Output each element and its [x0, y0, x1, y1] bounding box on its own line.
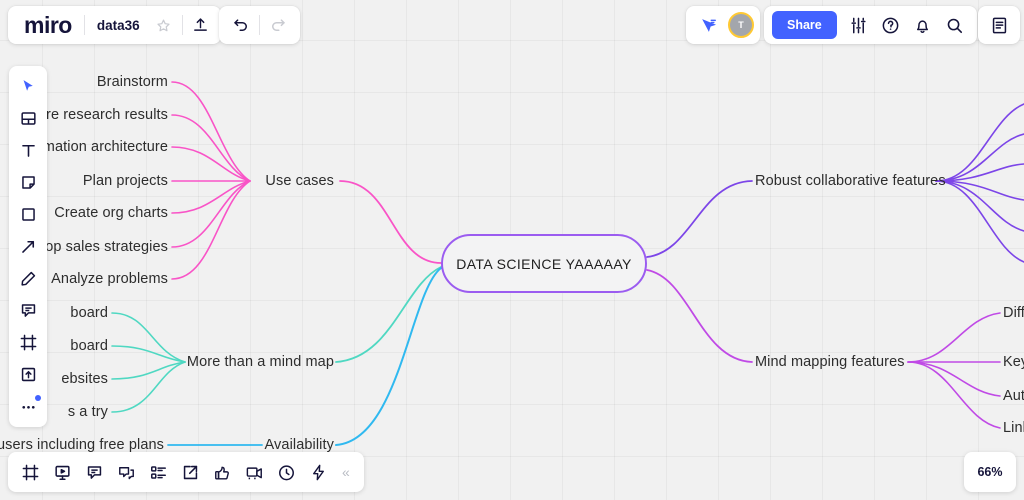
branch-label-robust-collaborative-features[interactable]: Robust collaborative features	[755, 174, 946, 189]
leaf-label[interactable]: Plan projects	[83, 174, 168, 189]
left-toolbar	[9, 66, 47, 427]
header-undo-group	[219, 6, 300, 44]
share-button[interactable]: Share	[772, 11, 837, 39]
notification-dot	[35, 395, 41, 401]
sticky-note-tool[interactable]	[12, 167, 44, 198]
star-icon[interactable]	[148, 9, 180, 41]
leaf-label[interactable]: Key	[1003, 355, 1024, 370]
leaf-label[interactable]: s a try	[68, 405, 108, 420]
shape-tool[interactable]	[12, 199, 44, 230]
upload-icon[interactable]	[185, 9, 217, 41]
divider	[259, 15, 260, 35]
divider	[83, 15, 85, 35]
central-node-label: DATA SCIENCE YAAAAAY	[456, 255, 632, 272]
comment-tool[interactable]	[12, 295, 44, 326]
leaf-label[interactable]: board	[70, 306, 108, 321]
more-tool[interactable]	[12, 391, 44, 422]
redo-icon[interactable]	[262, 9, 294, 41]
voting-button[interactable]	[206, 456, 238, 488]
help-circle-icon[interactable]	[875, 9, 907, 41]
actions-button[interactable]	[302, 456, 334, 488]
bell-icon[interactable]	[907, 9, 939, 41]
pen-tool[interactable]	[12, 263, 44, 294]
leaf-label[interactable]: elop sales strategies	[34, 240, 168, 255]
branch-label-more-than-a-mind-map[interactable]: More than a mind map	[187, 355, 334, 370]
leaf-label[interactable]: Diff	[1003, 306, 1024, 321]
board-name[interactable]: data36	[87, 18, 148, 33]
leaf-label[interactable]: board	[70, 339, 108, 354]
undo-icon[interactable]	[225, 9, 257, 41]
upload-tool[interactable]	[12, 359, 44, 390]
leaf-label[interactable]: l users including free plans	[0, 438, 164, 453]
search-icon[interactable]	[939, 9, 971, 41]
notes-panel-icon[interactable]	[983, 9, 1015, 41]
leaf-label[interactable]: Brainstorm	[97, 75, 168, 90]
header-presence-group: T	[686, 6, 760, 44]
avatar[interactable]: T	[728, 12, 754, 38]
collapse-toolbar-button[interactable]: «	[334, 464, 358, 480]
leaf-label[interactable]: ebsites	[61, 372, 108, 387]
bottom-toolbar: «	[8, 452, 364, 492]
cards-button[interactable]	[142, 456, 174, 488]
select-tool[interactable]	[12, 71, 44, 102]
templates-tool[interactable]	[12, 103, 44, 134]
chat-button[interactable]	[110, 456, 142, 488]
frames-button[interactable]	[14, 456, 46, 488]
leaf-label[interactable]: Analyze problems	[51, 272, 168, 287]
zoom-level-button[interactable]: 66%	[964, 452, 1016, 492]
divider	[181, 15, 183, 35]
leaf-label[interactable]: Aut	[1003, 389, 1024, 404]
video-chat-button[interactable]	[238, 456, 270, 488]
miro-logo[interactable]: miro	[12, 13, 82, 37]
central-node[interactable]: DATA SCIENCE YAAAAAY	[441, 234, 647, 293]
branch-label-availability[interactable]: Availability	[265, 438, 334, 453]
avatar-initial: T	[738, 20, 744, 30]
header-tools-group: Share	[764, 6, 977, 44]
leaf-label[interactable]: ure research results	[38, 108, 168, 123]
header-left-group: miro data36	[8, 6, 221, 44]
miro-board-app: DATA SCIENCE YAAAAAY Use cases More than…	[0, 0, 1024, 500]
board-canvas[interactable]: DATA SCIENCE YAAAAAY Use cases More than…	[0, 0, 1024, 500]
header-notes-group	[978, 6, 1020, 44]
leaf-label[interactable]: mation architecture	[43, 140, 168, 155]
cursor-presence-icon[interactable]	[692, 9, 724, 41]
sliders-icon[interactable]	[843, 9, 875, 41]
connector-tool[interactable]	[12, 231, 44, 262]
branch-label-use-cases[interactable]: Use cases	[265, 174, 334, 189]
presentation-button[interactable]	[46, 456, 78, 488]
timer-button[interactable]	[270, 456, 302, 488]
frame-tool[interactable]	[12, 327, 44, 358]
text-tool[interactable]	[12, 135, 44, 166]
leaf-label[interactable]: Create org charts	[54, 206, 168, 221]
comments-button[interactable]	[78, 456, 110, 488]
export-button[interactable]	[174, 456, 206, 488]
branch-label-mind-mapping-features[interactable]: Mind mapping features	[755, 355, 905, 370]
leaf-label[interactable]: Linl	[1003, 421, 1024, 436]
